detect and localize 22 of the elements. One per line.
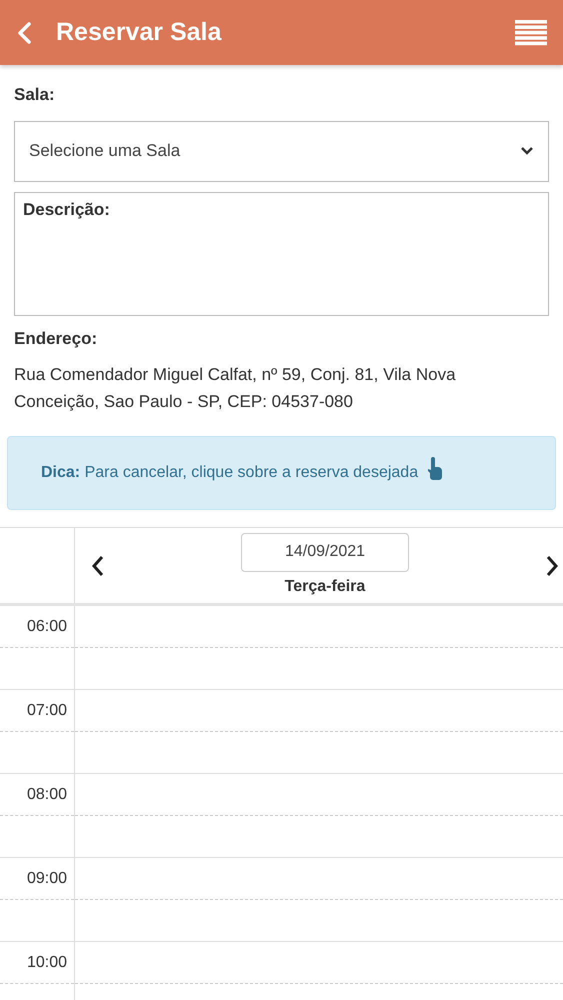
tip-text: Dica: Para cancelar, clique sobre a reserva desejada: [41, 463, 418, 483]
pointing-hand-icon: [426, 456, 444, 482]
chevron-left-icon: [91, 554, 105, 576]
weekday-label: Terça-feira: [284, 576, 366, 596]
chevron-down-icon: [520, 146, 534, 156]
time-label: 09:00: [26, 868, 67, 888]
page-title: Reservar Sala: [56, 16, 222, 48]
field-label: Descrição:: [23, 200, 110, 218]
time-label: 10:00: [26, 952, 67, 972]
time-label: 06:00: [26, 616, 67, 636]
field-label: Endereço:: [14, 328, 98, 350]
back-icon: [16, 20, 32, 44]
description-field[interactable]: Descrição:: [14, 192, 549, 316]
time-label: 07:00: [26, 700, 67, 720]
chevron-right-icon: [545, 554, 559, 576]
field-label: Sala:: [14, 84, 56, 106]
date-field[interactable]: 14/09/2021: [241, 532, 409, 572]
menu-icon: [515, 20, 547, 46]
time-label: 08:00: [26, 784, 67, 804]
address-text: Rua Comendador Miguel Calfat, nº 59, Conj. 81, Vila Nova Conceição, Sao Paulo - SP, CEP: 04537-080: [14, 364, 457, 413]
menu-button[interactable]: [515, 20, 547, 46]
room-select[interactable]: Selecione uma Sala: [14, 120, 549, 182]
